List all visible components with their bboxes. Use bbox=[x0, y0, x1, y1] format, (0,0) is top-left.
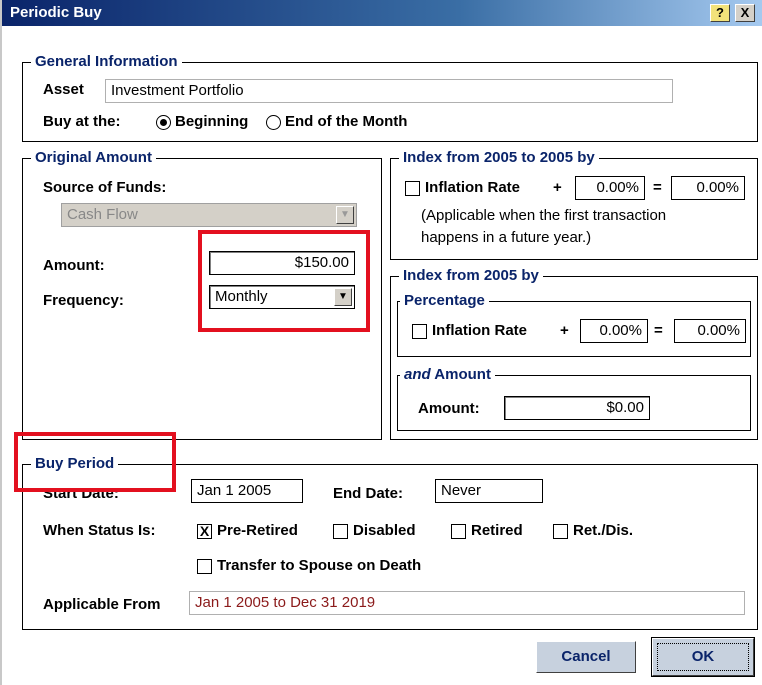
inflation-rate-label-1[interactable]: Inflation Rate bbox=[425, 179, 520, 196]
equals-sign-2: = bbox=[654, 322, 663, 339]
plus-sign-1: + bbox=[553, 179, 562, 196]
pre-retired-label[interactable]: Pre-Retired bbox=[217, 522, 298, 539]
source-of-funds-value: Cash Flow bbox=[67, 206, 138, 223]
end-date-label: End Date: bbox=[333, 485, 404, 502]
radio-end-of-month-label[interactable]: End of the Month bbox=[285, 113, 407, 130]
general-information-group: General Information Asset Investment Por… bbox=[22, 53, 758, 142]
inflation-rate-checkbox-1[interactable] bbox=[405, 181, 420, 196]
inflation-rate-checkbox-2[interactable] bbox=[412, 324, 427, 339]
help-button[interactable]: ? bbox=[710, 4, 730, 22]
retired-checkbox[interactable] bbox=[451, 524, 466, 539]
ret-dis-label[interactable]: Ret./Dis. bbox=[573, 522, 633, 539]
buy-at-label: Buy at the: bbox=[43, 113, 121, 130]
general-information-legend: General Information bbox=[31, 53, 182, 70]
and-amount-legend: and Amount bbox=[400, 366, 495, 383]
applicable-note-line2: happens in a future year.) bbox=[421, 229, 592, 246]
disabled-label[interactable]: Disabled bbox=[353, 522, 416, 539]
radio-beginning[interactable] bbox=[156, 115, 171, 130]
inflation-rate-label-2[interactable]: Inflation Rate bbox=[432, 322, 527, 339]
title-bar[interactable]: Periodic Buy ? X bbox=[2, 0, 762, 26]
ok-button[interactable]: OK bbox=[651, 637, 755, 677]
periodic-buy-dialog: Periodic Buy ? X General Information Ass… bbox=[0, 0, 762, 685]
ok-focus-rect bbox=[657, 643, 749, 671]
disabled-checkbox[interactable] bbox=[333, 524, 348, 539]
asset-input[interactable]: Investment Portfolio bbox=[105, 79, 673, 103]
percentage-group: Percentage Inflation Rate + 0.00% = 0.00… bbox=[397, 292, 751, 357]
close-button[interactable]: X bbox=[735, 4, 755, 22]
radio-end-of-month[interactable] bbox=[266, 115, 281, 130]
applicable-from-value: Jan 1 2005 to Dec 31 2019 bbox=[189, 591, 745, 615]
equals-sign-1: = bbox=[653, 179, 662, 196]
window-title: Periodic Buy bbox=[10, 4, 102, 21]
transfer-checkbox[interactable] bbox=[197, 559, 212, 574]
ret-dis-checkbox[interactable] bbox=[553, 524, 568, 539]
inflation-result-2: 0.00% bbox=[674, 319, 746, 343]
increment-amount-input[interactable]: $0.00 bbox=[504, 396, 650, 420]
index-2005-legend: Index from 2005 by bbox=[399, 267, 543, 284]
inflation-rate-input-2[interactable]: 0.00% bbox=[580, 319, 648, 343]
inflation-rate-input-1[interactable]: 0.00% bbox=[575, 176, 645, 200]
cancel-button[interactable]: Cancel bbox=[536, 641, 636, 673]
and-text: and bbox=[404, 366, 431, 383]
inflation-result-1: 0.00% bbox=[671, 176, 745, 200]
original-amount-legend: Original Amount bbox=[31, 149, 156, 166]
retired-label[interactable]: Retired bbox=[471, 522, 523, 539]
radio-beginning-label[interactable]: Beginning bbox=[175, 113, 248, 130]
end-date-input[interactable]: Never bbox=[435, 479, 543, 503]
percentage-legend: Percentage bbox=[400, 292, 489, 309]
pre-retired-checkbox[interactable]: X bbox=[197, 524, 212, 539]
applicable-from-label: Applicable From bbox=[43, 596, 161, 613]
highlight-amount-frequency bbox=[198, 230, 370, 332]
transfer-label[interactable]: Transfer to Spouse on Death bbox=[217, 557, 421, 574]
amount-label: Amount: bbox=[43, 257, 105, 274]
source-of-funds-select[interactable]: Cash Flow ▼ bbox=[61, 203, 357, 227]
and-amount-group: and Amount Amount: $0.00 bbox=[397, 366, 751, 431]
when-status-label: When Status Is: bbox=[43, 522, 156, 539]
index-2005-group: Index from 2005 by Percentage Inflation … bbox=[390, 267, 758, 440]
start-date-input[interactable]: Jan 1 2005 bbox=[191, 479, 303, 503]
highlight-buy-period bbox=[14, 432, 176, 492]
amount-text: Amount bbox=[430, 366, 491, 383]
asset-label: Asset bbox=[43, 81, 84, 98]
source-of-funds-label: Source of Funds: bbox=[43, 179, 167, 196]
applicable-note-line1: (Applicable when the first transaction bbox=[421, 207, 667, 224]
frequency-label: Frequency: bbox=[43, 292, 124, 309]
index-2005-to-2005-legend: Index from 2005 to 2005 by bbox=[399, 149, 599, 166]
triangle-down-icon[interactable]: ▼ bbox=[336, 206, 354, 224]
plus-sign-2: + bbox=[560, 322, 569, 339]
index-2005-to-2005-group: Index from 2005 to 2005 by Inflation Rat… bbox=[390, 149, 758, 260]
increment-amount-label: Amount: bbox=[418, 400, 480, 417]
